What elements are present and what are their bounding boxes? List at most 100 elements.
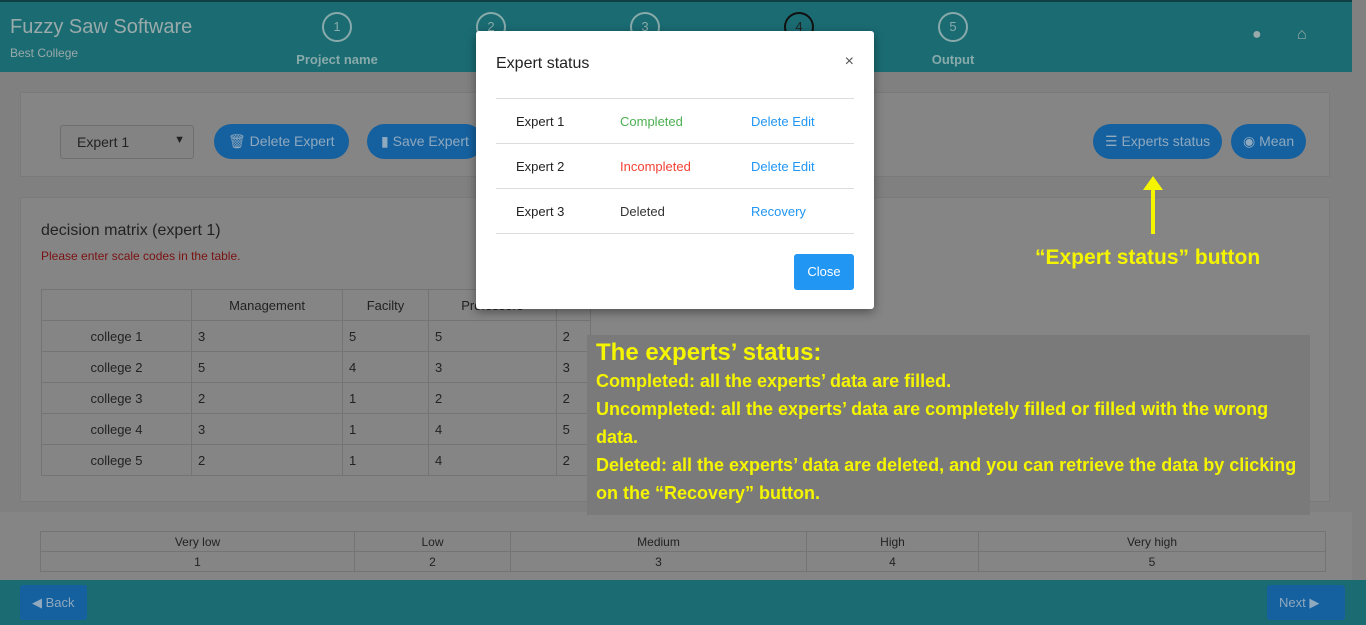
close-button[interactable]: Close	[794, 254, 854, 290]
column-header: Management	[190, 289, 344, 321]
eye-icon: ◉	[1243, 133, 1256, 149]
delete-link[interactable]: Delete	[751, 114, 789, 129]
row-header: college 2	[41, 351, 192, 383]
matrix-cell[interactable]: 3	[190, 320, 344, 352]
matrix-cell[interactable]: 2	[190, 382, 344, 414]
matrix-cell[interactable]: 3	[190, 413, 344, 445]
table-row: college 25433	[41, 351, 592, 383]
brand-title: Fuzzy Saw Software	[10, 16, 193, 38]
matrix-cell[interactable]: 5	[427, 320, 557, 352]
brand-subtitle: Best College	[10, 46, 79, 60]
save-icon: ▮	[381, 133, 389, 149]
experts-status-button[interactable]: ☰ Experts status	[1093, 124, 1223, 159]
decision-matrix: ManagementFaciltyProfessors college 1355…	[41, 289, 592, 476]
scale-label: Very high	[978, 531, 1326, 552]
matrix-warning: Please enter scale codes in the table.	[41, 249, 241, 263]
expert-status: Deleted	[600, 188, 731, 234]
help-icon[interactable]: ●	[1252, 26, 1262, 44]
scale-label: Medium	[510, 531, 807, 552]
scale-table: Very low Low Medium High Very high 12345	[40, 531, 1326, 572]
list-icon: ☰	[1105, 133, 1118, 149]
row-header: college 5	[41, 444, 192, 476]
expert-row: Expert 1 Completed Delete Edit	[496, 98, 854, 144]
scale-code: 1	[40, 551, 355, 572]
mean-button[interactable]: ◉ Mean	[1231, 124, 1307, 159]
next-button[interactable]: Next ▶	[1267, 585, 1345, 620]
edit-link[interactable]: Edit	[792, 114, 814, 129]
expert-name: Expert 3	[496, 188, 600, 234]
annotation-line: Deleted: all the experts’ data are delet…	[596, 455, 1297, 503]
next-label: Next	[1279, 595, 1306, 610]
step-label: Project name	[296, 52, 378, 67]
step-5[interactable]: 5 Output	[893, 12, 1013, 67]
expert-status: Completed	[600, 98, 731, 144]
delete-expert-label: Delete Expert	[249, 133, 335, 149]
expert-status-table: Expert 1 Completed Delete Edit Expert 2 Inc…	[496, 98, 854, 234]
annotation-box: The experts’ status: Completed: all the …	[587, 335, 1310, 515]
step-number: 5	[938, 12, 968, 42]
matrix-cell[interactable]: 2	[427, 382, 557, 414]
recovery-link[interactable]: Recovery	[751, 204, 806, 219]
back-button[interactable]: ◀ Back	[20, 585, 87, 620]
matrix-cell[interactable]: 4	[342, 351, 429, 383]
row-header: college 4	[41, 413, 192, 445]
step-number: 1	[322, 12, 352, 42]
arrow-left-icon: ◀	[32, 595, 42, 610]
annotation-line: Completed: all the experts’ data are fil…	[596, 371, 952, 391]
annotation-heading: The experts’ status:	[596, 339, 822, 366]
mean-label: Mean	[1259, 133, 1295, 149]
save-expert-button[interactable]: ▮ Save Expert	[367, 124, 483, 159]
matrix-cell[interactable]: 1	[342, 382, 429, 414]
scale-code: 4	[806, 551, 979, 572]
footer: ◀ Back Next ▶	[0, 580, 1366, 625]
expert-select[interactable]: Expert 1 ▼	[60, 125, 194, 159]
matrix-cell[interactable]: 3	[555, 351, 592, 383]
expert-status: Incompleted	[600, 143, 731, 189]
expert-name: Expert 1	[496, 98, 600, 144]
row-header: college 1	[41, 320, 192, 352]
matrix-cell[interactable]: 2	[555, 320, 592, 352]
matrix-cell[interactable]: 4	[427, 413, 557, 445]
matrix-cell[interactable]: 5	[555, 413, 592, 445]
expert-name: Expert 2	[496, 143, 600, 189]
matrix-cell[interactable]: 1	[342, 413, 429, 445]
close-icon[interactable]: ×	[845, 53, 854, 71]
experts-status-label: Experts status	[1121, 133, 1211, 149]
matrix-title: decision matrix (expert 1)	[41, 222, 221, 239]
matrix-cell[interactable]: 5	[190, 351, 344, 383]
scale-code: 3	[510, 551, 807, 572]
step-1[interactable]: 1 Project name	[277, 12, 397, 67]
matrix-cell[interactable]: 2	[555, 444, 592, 476]
back-label: Back	[45, 595, 75, 610]
scale-label: Low	[354, 531, 511, 552]
modal-title: Expert status	[496, 55, 590, 72]
scale-label: High	[806, 531, 979, 552]
table-row: college 13552	[41, 320, 592, 352]
delete-link[interactable]: Delete	[751, 159, 789, 174]
arrow-right-icon: ▶	[1309, 595, 1320, 610]
edit-link[interactable]: Edit	[792, 159, 814, 174]
scale-label: Very low	[40, 531, 355, 552]
home-icon[interactable]: ⌂	[1297, 26, 1307, 44]
matrix-cell[interactable]: 3	[427, 351, 557, 383]
annotation-line: Uncompleted: all the experts’ data are c…	[596, 399, 1269, 447]
arrow-shaft	[1151, 182, 1155, 234]
matrix-cell[interactable]: 1	[342, 444, 429, 476]
trash-icon: 🗑	[228, 133, 246, 149]
column-header: Facilty	[342, 289, 429, 321]
matrix-cell[interactable]: 5	[342, 320, 429, 352]
expert-row: Expert 3 Deleted Recovery	[496, 188, 854, 234]
expert-status-modal: Expert status × Expert 1 Completed Delete …	[476, 31, 874, 309]
expert-row: Expert 2 Incompleted Delete Edit	[496, 143, 854, 189]
table-row: college 52142	[41, 444, 592, 476]
scale-code: 5	[978, 551, 1326, 572]
column-header	[41, 289, 192, 321]
delete-expert-button[interactable]: 🗑 Delete Expert	[214, 124, 349, 159]
chevron-down-icon: ▼	[174, 134, 185, 146]
scale-code: 2	[354, 551, 511, 572]
matrix-cell[interactable]: 2	[555, 382, 592, 414]
table-row: college 43145	[41, 413, 592, 445]
matrix-cell[interactable]: 4	[427, 444, 557, 476]
matrix-cell[interactable]: 2	[190, 444, 344, 476]
arrow-label: “Expert status” button	[1035, 246, 1261, 269]
